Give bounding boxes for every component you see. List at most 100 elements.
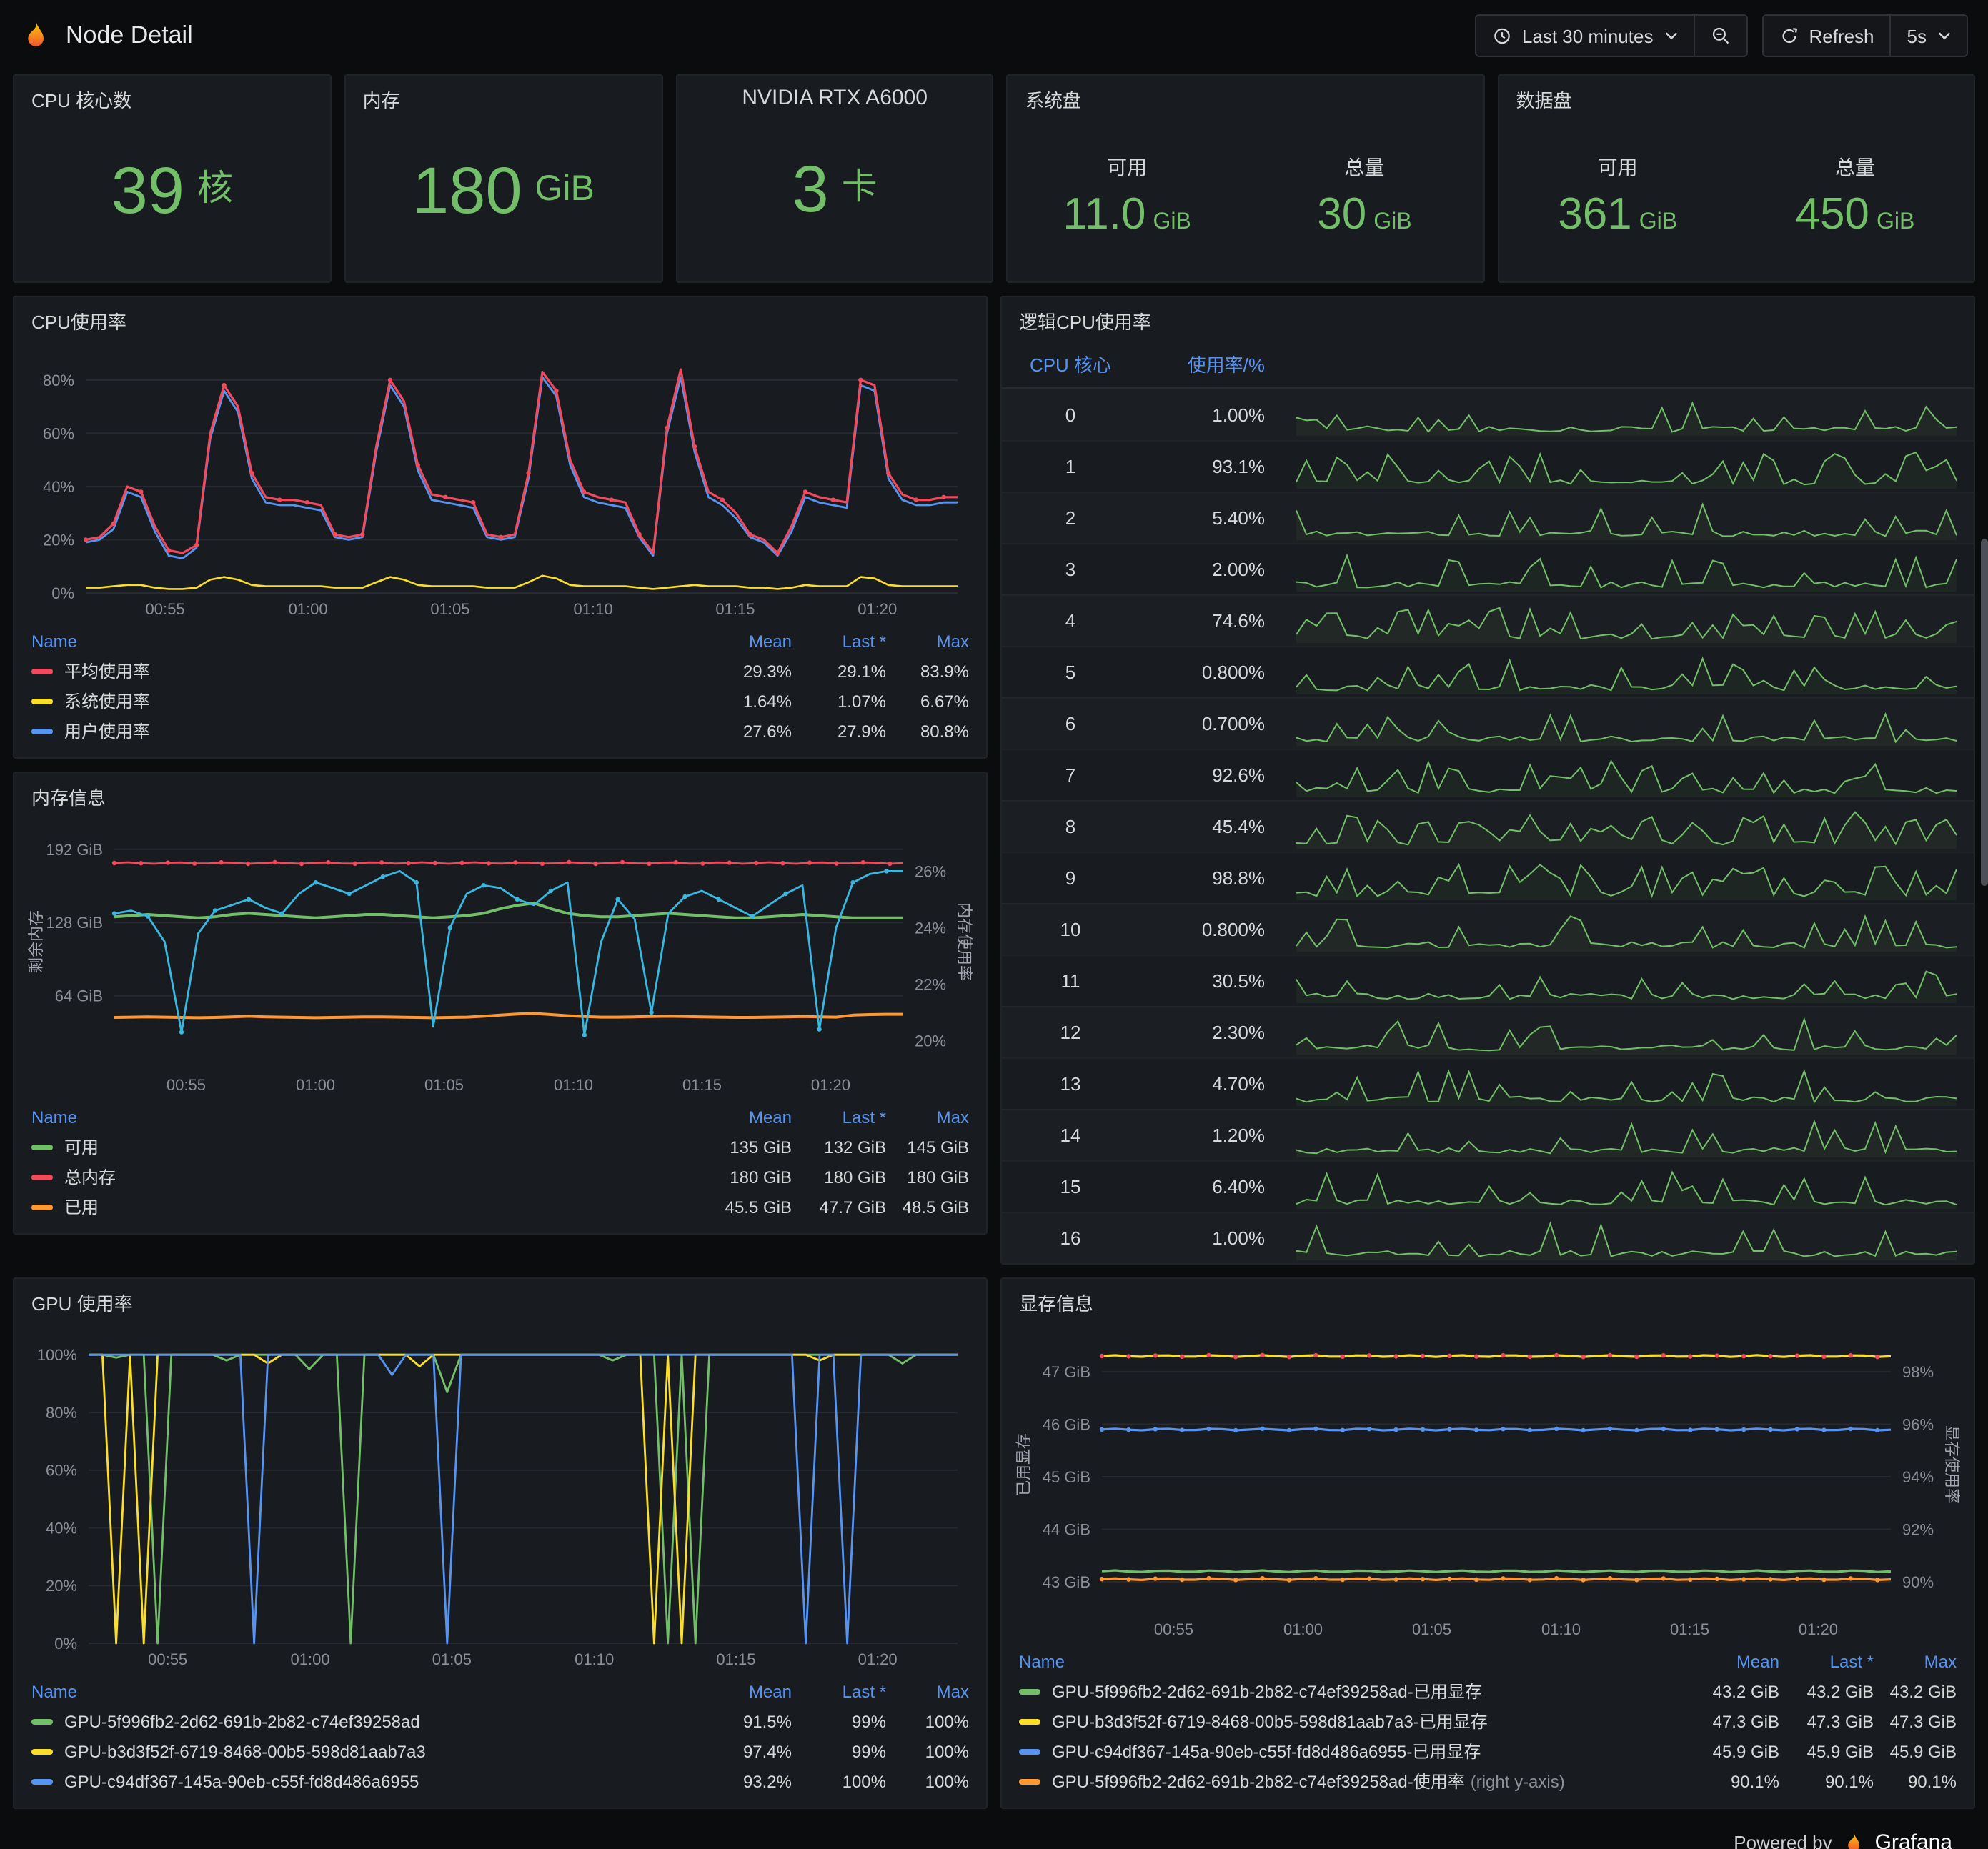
- legend-row[interactable]: 可用 135 GiB 132 GiB 145 GiB: [31, 1132, 969, 1162]
- legend-row[interactable]: GPU-5f996fb2-2d62-691b-2b82-c74ef39258ad…: [31, 1706, 969, 1736]
- legend-col-mean[interactable]: Mean: [697, 631, 792, 651]
- core-id: 3: [1065, 559, 1076, 580]
- legend-series-name: GPU-5f996fb2-2d62-691b-2b82-c74ef39258ad…: [1019, 1679, 1685, 1703]
- svg-text:96%: 96%: [1902, 1416, 1934, 1434]
- panel-title-memory[interactable]: 内存: [346, 76, 662, 120]
- grafana-dashboard: Node Detail Last 30 minutes Refresh 5s C…: [0, 0, 1988, 1849]
- substat-value: 361: [1558, 188, 1632, 238]
- panel-title-system-disk[interactable]: 系统盘: [1008, 76, 1483, 120]
- legend-series-color: [1019, 1688, 1040, 1694]
- grafana-logo-icon[interactable]: [20, 20, 51, 51]
- core-usage-value: 5.40%: [1212, 507, 1265, 529]
- stat-panel-system-disk: 系统盘 可用 11.0 GiB 总量 30 GiB: [1006, 74, 1485, 283]
- legend-row[interactable]: 总内存 180 GiB 180 GiB 180 GiB: [31, 1162, 969, 1192]
- panel-title-cpu-usage[interactable]: CPU使用率: [14, 297, 986, 342]
- panel-title-vram-info[interactable]: 显存信息: [1002, 1279, 1974, 1323]
- legend-series-name: 总内存: [31, 1165, 697, 1189]
- legend-mean-value: 29.3%: [742, 661, 792, 681]
- column-header-usage[interactable]: 使用率/%: [1139, 350, 1282, 377]
- legend-col-last[interactable]: Last *: [792, 1681, 886, 1701]
- svg-text:01:10: 01:10: [574, 600, 613, 618]
- grafana-brand-label[interactable]: Grafana: [1875, 1830, 1952, 1849]
- legend-col-name[interactable]: Name: [31, 631, 697, 651]
- legend-last-value: 45.9 GiB: [1806, 1741, 1874, 1761]
- legend-row[interactable]: GPU-c94df367-145a-90eb-c55f-fd8d486a6955…: [1019, 1736, 1957, 1766]
- substat-total: 总量 450 GiB: [1736, 120, 1974, 267]
- legend-col-mean[interactable]: Mean: [1685, 1651, 1779, 1671]
- svg-text:90%: 90%: [1902, 1573, 1934, 1591]
- legend-series-name: GPU-b3d3f52f-6719-8468-00b5-598d81aab7a3…: [1019, 1709, 1685, 1733]
- legend-col-last[interactable]: Last *: [792, 631, 886, 651]
- svg-text:94%: 94%: [1902, 1468, 1934, 1486]
- legend-row[interactable]: GPU-b3d3f52f-6719-8468-00b5-598d81aab7a3…: [1019, 1706, 1957, 1736]
- svg-text:01:05: 01:05: [424, 1076, 464, 1094]
- legend-row[interactable]: GPU-c94df367-145a-90eb-c55f-fd8d486a6955…: [31, 1766, 969, 1796]
- svg-text:00:55: 00:55: [148, 1650, 187, 1668]
- stat-unit: GiB: [535, 169, 595, 209]
- column-header-core[interactable]: CPU 核心: [1002, 350, 1139, 377]
- cpu-usage-chart[interactable]: 0% 20% 40% 60% 80% 00:55 01:00 01:05 01:10 01:15 0…: [23, 344, 978, 622]
- panel-title-memory-info[interactable]: 内存信息: [14, 773, 986, 817]
- legend-row[interactable]: 已用 45.5 GiB 47.7 GiB 48.5 GiB: [31, 1192, 969, 1222]
- left-column: CPU使用率 0% 20% 40% 60% 80% 00:55 01:00 01:05 01:1…: [13, 296, 988, 1265]
- legend-series-name: GPU-5f996fb2-2d62-691b-2b82-c74ef39258ad: [31, 1711, 697, 1731]
- legend-col-max[interactable]: Max: [1874, 1651, 1957, 1671]
- panel-title-gpu-usage[interactable]: GPU 使用率: [14, 1279, 986, 1323]
- legend-col-last[interactable]: Last *: [1779, 1651, 1874, 1671]
- legend-last-value: 27.9%: [837, 721, 886, 741]
- refresh-button[interactable]: Refresh: [1763, 16, 1889, 56]
- zoom-out-button[interactable]: [1693, 16, 1746, 56]
- legend-max-value: 180 GiB: [907, 1167, 969, 1187]
- legend-series-color: [31, 698, 53, 704]
- legend-series-name: 平均使用率: [31, 659, 697, 683]
- substat-label: 可用: [1107, 155, 1148, 178]
- core-usage-sparkline: [1296, 651, 1957, 694]
- legend-col-max[interactable]: Max: [886, 1681, 969, 1701]
- legend-col-max[interactable]: Max: [886, 631, 969, 651]
- legend-col-max[interactable]: Max: [886, 1107, 969, 1127]
- panel-title-logical-cpu[interactable]: 逻辑CPU使用率: [1002, 297, 1974, 342]
- legend-col-name[interactable]: Name: [1019, 1651, 1685, 1671]
- zoom-out-icon: [1710, 26, 1730, 46]
- time-range-picker[interactable]: Last 30 minutes: [1476, 16, 1694, 56]
- legend-mean-value: 91.5%: [742, 1711, 792, 1731]
- legend-col-last[interactable]: Last *: [792, 1107, 886, 1127]
- panel-logical-cpu: 逻辑CPU使用率 CPU 核心 使用率/% 0 1.00% 1 93.1% 2 5.40%…: [1000, 296, 1975, 1265]
- svg-text:0%: 0%: [51, 584, 74, 602]
- legend-row[interactable]: GPU-b3d3f52f-6719-8468-00b5-598d81aab7a3…: [31, 1736, 969, 1766]
- svg-text:01:10: 01:10: [1541, 1620, 1581, 1638]
- legend-col-name[interactable]: Name: [31, 1107, 697, 1127]
- panel-title-gpu-model[interactable]: NVIDIA RTX A6000: [677, 76, 993, 117]
- vram-chart[interactable]: 已用显存 显存使用率 43 GiB 44 GiB 45 GiB 46 GiB 47 Gi…: [1010, 1326, 1965, 1642]
- panel-title-cpu-cores[interactable]: CPU 核心数: [14, 76, 330, 120]
- panel-title-data-disk[interactable]: 数据盘: [1499, 76, 1974, 120]
- legend-row[interactable]: 平均使用率 29.3% 29.1% 83.9%: [31, 656, 969, 686]
- legend-row[interactable]: GPU-5f996fb2-2d62-691b-2b82-c74ef39258ad…: [1019, 1766, 1957, 1796]
- stat-value: 3: [792, 151, 829, 225]
- refresh-interval-picker[interactable]: 5s: [1889, 16, 1967, 56]
- legend-series-color: [31, 1718, 53, 1724]
- legend-max-value: 43.2 GiB: [1889, 1681, 1957, 1701]
- legend-col-mean[interactable]: Mean: [697, 1107, 792, 1127]
- core-usage-value: 1.20%: [1212, 1125, 1265, 1146]
- legend-col-mean[interactable]: Mean: [697, 1681, 792, 1701]
- core-usage-value: 2.30%: [1212, 1022, 1265, 1043]
- logical-cpu-row: 10 0.800%: [1002, 903, 1974, 955]
- scrollbar-thumb[interactable]: [1981, 539, 1988, 886]
- legend-series-color: [31, 728, 53, 734]
- legend-header: Name Mean Last * Max: [31, 1676, 969, 1706]
- legend-row[interactable]: 系统使用率 1.64% 1.07% 6.67%: [31, 686, 969, 716]
- svg-text:92%: 92%: [1902, 1520, 1934, 1538]
- legend-header: Name Mean Last * Max: [1019, 1646, 1957, 1676]
- legend-col-name[interactable]: Name: [31, 1681, 697, 1701]
- core-usage-value: 6.40%: [1212, 1176, 1265, 1197]
- memory-chart[interactable]: 剩余内存 内存使用率 64 GiB 128 GiB 192 GiB 20% 22% 24%…: [23, 820, 978, 1097]
- chevron-down-icon: [1938, 31, 1951, 40]
- core-usage-sparkline: [1296, 393, 1957, 436]
- gpu-usage-chart[interactable]: 0% 20% 40% 60% 80% 100% 00:55 01:00 01:05 01:10 01…: [23, 1326, 978, 1672]
- legend-row[interactable]: 用户使用率 27.6% 27.9% 80.8%: [31, 716, 969, 746]
- logical-cpu-row: 8 45.4%: [1002, 800, 1974, 852]
- core-id: 12: [1060, 1022, 1081, 1043]
- legend-row[interactable]: GPU-5f996fb2-2d62-691b-2b82-c74ef39258ad…: [1019, 1676, 1957, 1706]
- logical-cpu-row: 4 74.6%: [1002, 594, 1974, 646]
